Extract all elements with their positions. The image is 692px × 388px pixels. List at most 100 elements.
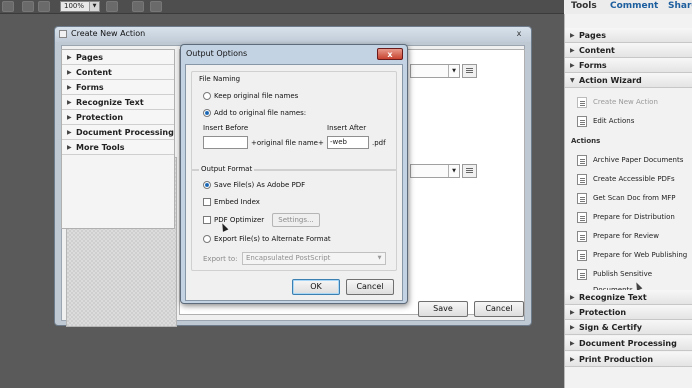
settings-button[interactable]: Settings... — [272, 213, 320, 227]
options-icon[interactable] — [462, 64, 477, 78]
action-item[interactable]: Publish Sensitive Documents — [577, 266, 689, 294]
actions-label: Actions — [571, 137, 601, 145]
expand-arrow-icon: ▶ — [570, 340, 575, 347]
panel-section-recognize-text[interactable]: ▶ Recognize Text — [565, 290, 692, 305]
action-item[interactable]: Get Scan Doc from MFP — [577, 190, 689, 206]
save-as-pdf-radio[interactable] — [203, 181, 211, 189]
expand-arrow-icon: ▶ — [67, 114, 72, 121]
chevron-down-icon: ▼ — [377, 255, 382, 261]
keep-original-radio[interactable] — [203, 92, 211, 100]
tab-tools[interactable]: Tools — [571, 0, 597, 13]
cancel-button[interactable]: Cancel — [474, 301, 524, 317]
panel-section-pages[interactable]: ▶ Pages — [565, 28, 692, 43]
fit-page-icon[interactable] — [132, 1, 144, 12]
tab-share[interactable]: Share — [668, 0, 692, 13]
action-icon — [577, 269, 587, 280]
save-to-select[interactable]: ▼ — [410, 164, 460, 178]
insert-before-label: Insert Before — [203, 124, 249, 132]
panel-section-document-processing[interactable]: ▶ Document Processing — [565, 336, 692, 351]
export-format-value: Encapsulated PostScript — [246, 254, 331, 262]
pan-icon[interactable] — [2, 1, 14, 12]
file-naming-label: File Naming — [199, 75, 241, 83]
expand-arrow-icon: ▶ — [67, 54, 72, 61]
expand-arrow-icon: ▶ — [570, 324, 575, 331]
export-alternate-radio[interactable] — [203, 235, 211, 243]
panel-section-content[interactable]: ▶ Content — [565, 43, 692, 58]
expand-arrow-icon: ▶ — [570, 32, 575, 39]
expand-arrow-icon: ▶ — [570, 62, 575, 69]
expand-arrow-icon: ▶ — [570, 309, 575, 316]
insert-before-input[interactable] — [203, 136, 248, 149]
panel-section-forms[interactable]: ▶ Forms — [565, 58, 692, 73]
window-title: Create New Action — [71, 29, 146, 38]
category-protection[interactable]: ▶ Protection — [62, 110, 174, 125]
embed-index-checkbox[interactable] — [203, 198, 211, 206]
insert-after-label: Insert After — [327, 124, 367, 132]
category-pages[interactable]: ▶ Pages — [62, 50, 174, 65]
expand-arrow-icon: ▶ — [67, 69, 72, 76]
cancel-button[interactable]: Cancel — [346, 279, 394, 295]
fit-width-icon[interactable] — [150, 1, 162, 12]
edit-actions-item[interactable]: Edit Actions — [577, 113, 689, 129]
zoom-select[interactable]: 100% ▼ — [60, 1, 100, 12]
tool-categories-list: ▶ Pages ▶ Content ▶ Forms ▶ Recognize Text ▶… — [61, 49, 175, 229]
embed-index-label: Embed Index — [214, 198, 260, 206]
zoom-value: 100% — [64, 2, 85, 10]
start-with-select[interactable]: ▼ — [410, 64, 460, 78]
save-as-pdf-label: Save File(s) As Adobe PDF — [214, 181, 306, 189]
action-item[interactable]: Create Accessible PDFs — [577, 171, 689, 187]
panel-section-protection[interactable]: ▶ Protection — [565, 305, 692, 320]
export-format-select[interactable]: Encapsulated PostScript ▼ — [242, 252, 386, 265]
output-options-body: File Naming Keep original file names Add… — [185, 64, 403, 301]
action-icon — [577, 193, 587, 204]
panel-section-print-production[interactable]: ▶ Print Production — [565, 352, 692, 367]
panel-section-action-wizard[interactable]: ▼ Action Wizard — [565, 73, 692, 88]
action-item[interactable]: Prepare for Review — [577, 228, 689, 244]
action-item[interactable]: Prepare for Distribution — [577, 209, 689, 225]
top-toolbar: 100% ▼ Tools Comment Share — [0, 0, 692, 14]
original-file-name-text: +original file name+ — [251, 139, 324, 147]
panel-section-sign-certify[interactable]: ▶ Sign & Certify — [565, 320, 692, 335]
chevron-down-icon: ▼ — [89, 2, 99, 11]
action-item[interactable]: Archive Paper Documents — [577, 152, 689, 168]
category-recognize-text[interactable]: ▶ Recognize Text — [62, 95, 174, 110]
create-action-icon — [577, 97, 587, 108]
action-icon — [577, 212, 587, 223]
collapse-arrow-icon: ▼ — [570, 77, 575, 84]
window-icon — [59, 30, 67, 38]
expand-arrow-icon: ▶ — [67, 99, 72, 106]
close-icon[interactable]: x — [377, 48, 403, 60]
output-format-label: Output Format — [199, 164, 255, 174]
category-forms[interactable]: ▶ Forms — [62, 80, 174, 95]
zoom-in-icon[interactable] — [38, 1, 50, 12]
options-icon[interactable] — [462, 164, 477, 178]
ok-button[interactable]: OK — [292, 279, 340, 295]
expand-arrow-icon: ▶ — [67, 84, 72, 91]
save-button[interactable]: Save — [418, 301, 468, 317]
close-icon[interactable]: x — [513, 29, 525, 39]
add-to-original-label: Add to original file names: — [214, 109, 307, 117]
add-to-original-radio[interactable] — [203, 109, 211, 117]
keep-original-label: Keep original file names — [214, 92, 299, 100]
export-alternate-label: Export File(s) to Alternate Format — [214, 235, 331, 243]
export-to-label: Export to: — [203, 255, 238, 263]
category-more-tools[interactable]: ▶ More Tools — [62, 140, 174, 155]
hand-tool-icon[interactable] — [106, 1, 118, 12]
chevron-down-icon: ▼ — [448, 165, 459, 177]
pdf-extension-text: .pdf — [372, 139, 386, 147]
expand-arrow-icon: ▶ — [570, 47, 575, 54]
pdf-optimizer-checkbox[interactable] — [203, 216, 211, 224]
insert-after-input[interactable]: -web — [327, 136, 369, 149]
expand-arrow-icon: ▶ — [67, 144, 72, 151]
expand-arrow-icon: ▶ — [570, 356, 575, 363]
category-content[interactable]: ▶ Content — [62, 65, 174, 80]
create-new-action-titlebar[interactable]: Create New Action — [55, 27, 531, 42]
action-item[interactable]: Prepare for Web Publishing — [577, 247, 689, 263]
category-document-processing[interactable]: ▶ Document Processing — [62, 125, 174, 140]
dialog-title[interactable]: Output Options — [181, 45, 407, 63]
action-icon — [577, 231, 587, 242]
zoom-out-icon[interactable] — [22, 1, 34, 12]
tab-comment[interactable]: Comment — [610, 0, 658, 13]
create-new-action-item[interactable]: Create New Action — [577, 94, 689, 110]
action-icon — [577, 174, 587, 185]
